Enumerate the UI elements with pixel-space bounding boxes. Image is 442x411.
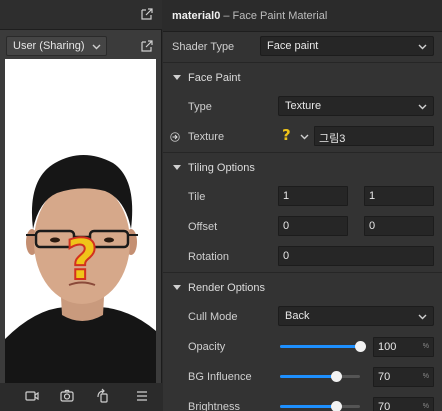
cull-mode-dropdown[interactable]: Back xyxy=(278,306,434,326)
link-arrow-icon[interactable] xyxy=(170,132,180,142)
opacity-row: Opacity 100 % xyxy=(163,332,442,362)
cull-mode-value: Back xyxy=(285,310,310,322)
render-section-header[interactable]: Render Options xyxy=(163,272,442,302)
tile-y-value: 1 xyxy=(369,190,376,202)
texture-label: Texture xyxy=(188,131,225,143)
brightness-input[interactable]: 70 % xyxy=(373,397,434,411)
offset-row: Offset 0 0 xyxy=(163,212,442,242)
chevron-down-icon xyxy=(92,44,101,50)
percent-unit: % xyxy=(422,403,429,410)
slider-handle[interactable] xyxy=(331,371,342,382)
slider-handle[interactable] xyxy=(331,401,342,411)
bg-influence-slider[interactable] xyxy=(280,367,360,387)
texture-name-field[interactable]: 그림3 xyxy=(314,126,434,146)
type-row: Type Texture xyxy=(163,92,442,122)
opacity-slider[interactable] xyxy=(280,337,366,357)
question-mark-icon: ? xyxy=(282,126,291,144)
rotation-row: Rotation 0 xyxy=(163,242,442,272)
face-paint-section-header[interactable]: Face Paint xyxy=(163,62,442,92)
collapse-triangle-icon xyxy=(173,75,181,80)
shader-type-row: Shader Type Face paint xyxy=(163,32,442,62)
collapse-triangle-icon xyxy=(173,285,181,290)
preview-header xyxy=(0,0,162,30)
tiling-section-header[interactable]: Tiling Options xyxy=(163,152,442,182)
camera-switch-icon[interactable] xyxy=(59,388,75,404)
material-type-suffix: – Face Paint Material xyxy=(223,10,328,22)
inspector-title: material0 – Face Paint Material xyxy=(163,0,442,32)
chevron-down-icon xyxy=(418,44,427,50)
offset-x-value: 0 xyxy=(283,220,290,232)
texture-picker[interactable]: ? xyxy=(280,126,316,146)
slider-fill xyxy=(280,405,336,408)
material-inspector: material0 – Face Paint Material Shader T… xyxy=(163,0,442,411)
preview-bottom-toolbar xyxy=(0,383,162,411)
rotation-label: Rotation xyxy=(188,251,229,263)
type-dropdown[interactable]: Texture xyxy=(278,96,434,116)
tile-x-value: 1 xyxy=(283,190,290,202)
camera-select[interactable]: User (Sharing) xyxy=(6,36,107,56)
collapse-triangle-icon xyxy=(173,165,181,170)
opacity-input[interactable]: 100 % xyxy=(373,337,434,357)
video-icon[interactable] xyxy=(24,388,40,404)
brightness-row: Brightness 70 % xyxy=(163,392,442,411)
percent-unit: % xyxy=(422,373,429,380)
cull-mode-row: Cull Mode Back xyxy=(163,302,442,332)
external-window-icon[interactable] xyxy=(140,39,154,53)
rotate-icon[interactable] xyxy=(95,388,111,404)
percent-unit: % xyxy=(422,343,429,350)
preview-toolbar: User (Sharing) xyxy=(0,33,162,59)
camera-preview: ? xyxy=(5,59,156,383)
tile-label: Tile xyxy=(188,191,206,203)
brightness-slider[interactable] xyxy=(280,397,360,411)
offset-y-value: 0 xyxy=(369,220,376,232)
brightness-value: 70 xyxy=(378,401,391,411)
rotation-input[interactable]: 0 xyxy=(278,246,434,266)
shader-type-dropdown[interactable]: Face paint xyxy=(260,36,434,56)
shader-type-value: Face paint xyxy=(267,40,319,52)
bg-influence-label: BG Influence xyxy=(188,371,252,383)
offset-y-input[interactable]: 0 xyxy=(364,216,434,236)
brightness-label: Brightness xyxy=(188,401,240,411)
slider-handle[interactable] xyxy=(355,341,366,352)
offset-label: Offset xyxy=(188,221,218,233)
slider-fill xyxy=(280,375,336,378)
rotation-value: 0 xyxy=(283,250,290,262)
chevron-down-icon xyxy=(418,104,427,110)
texture-row: Texture ? 그림3 xyxy=(163,122,442,152)
face-preview-image: ? xyxy=(5,59,156,383)
section-title: Face Paint xyxy=(188,72,241,84)
texture-name: 그림3 xyxy=(319,133,346,145)
material-name: material0 xyxy=(172,10,221,22)
external-window-icon[interactable] xyxy=(140,7,154,21)
opacity-value: 100 xyxy=(378,341,397,353)
preview-panel: User (Sharing) ? xyxy=(0,0,162,411)
tile-y-input[interactable]: 1 xyxy=(364,186,434,206)
menu-icon[interactable] xyxy=(134,388,150,404)
opacity-label: Opacity xyxy=(188,341,226,353)
section-title: Tiling Options xyxy=(188,162,255,174)
bg-influence-value: 70 xyxy=(378,371,391,383)
offset-x-input[interactable]: 0 xyxy=(278,216,348,236)
type-value: Texture xyxy=(285,100,322,112)
camera-select-label: User (Sharing) xyxy=(13,40,85,52)
tile-row: Tile 1 1 xyxy=(163,182,442,212)
chevron-down-icon xyxy=(418,314,427,320)
bg-influence-input[interactable]: 70 % xyxy=(373,367,434,387)
type-label: Type xyxy=(188,101,212,113)
bg-influence-row: BG Influence 70 % xyxy=(163,362,442,392)
shader-type-label: Shader Type xyxy=(172,41,235,53)
section-title: Render Options xyxy=(188,282,266,294)
slider-fill xyxy=(280,345,360,348)
cull-mode-label: Cull Mode xyxy=(188,311,238,323)
svg-text:?: ? xyxy=(66,228,98,293)
tile-x-input[interactable]: 1 xyxy=(278,186,348,206)
chevron-down-icon xyxy=(300,134,309,140)
